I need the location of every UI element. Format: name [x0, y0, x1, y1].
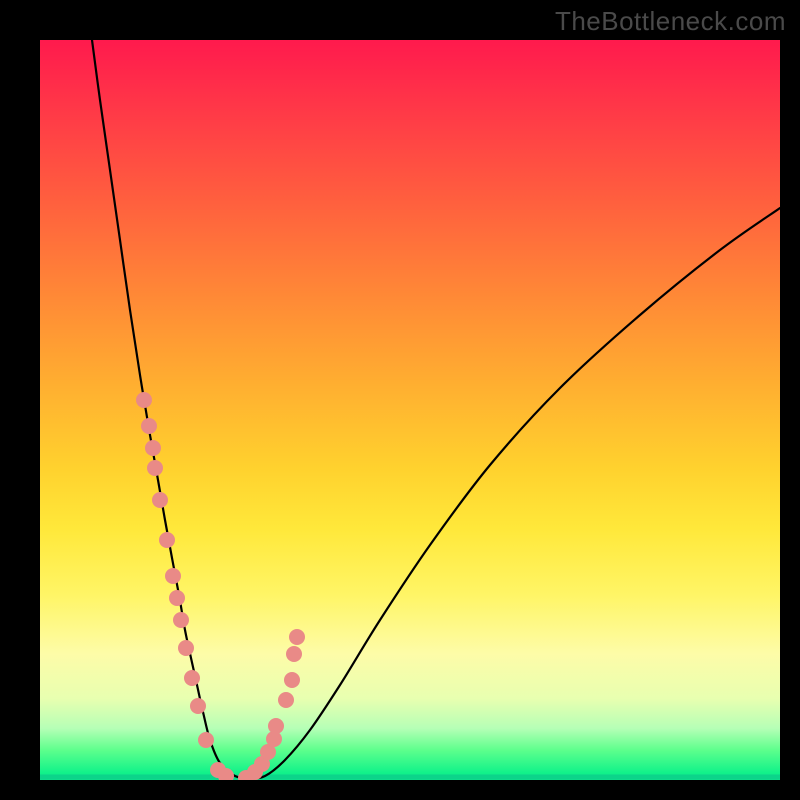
data-marker — [198, 732, 214, 748]
data-marker — [268, 718, 284, 734]
data-marker — [159, 532, 175, 548]
data-marker — [145, 440, 161, 456]
data-marker — [178, 640, 194, 656]
bottleneck-curve — [92, 40, 780, 778]
data-marker — [136, 392, 152, 408]
plot-area — [40, 40, 780, 780]
marker-cluster-right — [238, 629, 305, 780]
data-marker — [173, 612, 189, 628]
data-marker — [184, 670, 200, 686]
data-marker — [141, 418, 157, 434]
data-marker — [286, 646, 302, 662]
marker-cluster-left — [136, 392, 234, 780]
data-marker — [152, 492, 168, 508]
watermark-text: TheBottleneck.com — [555, 6, 786, 37]
data-marker — [147, 460, 163, 476]
data-marker — [165, 568, 181, 584]
data-marker — [190, 698, 206, 714]
chart-frame: TheBottleneck.com — [0, 0, 800, 800]
data-marker — [169, 590, 185, 606]
data-marker — [278, 692, 294, 708]
chart-svg — [40, 40, 780, 780]
data-marker — [284, 672, 300, 688]
data-marker — [289, 629, 305, 645]
